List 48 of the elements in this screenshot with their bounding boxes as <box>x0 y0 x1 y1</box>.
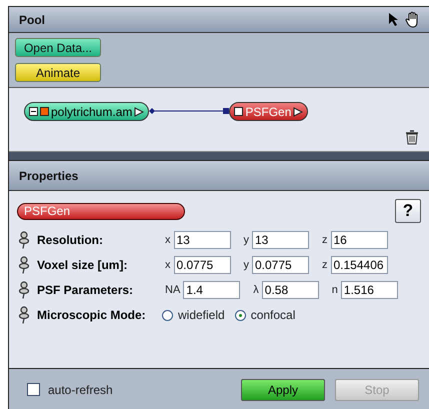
radio-label[interactable]: confocal <box>250 308 296 322</box>
animate-button[interactable]: Animate <box>15 63 101 82</box>
input-field[interactable]: 1.4 <box>183 281 240 299</box>
input-field[interactable]: 0.0775 <box>252 256 309 274</box>
property-label: Voxel size [um]: <box>37 258 128 272</box>
pointer-icon[interactable] <box>388 12 399 27</box>
checkbox-label[interactable]: auto-refresh <box>48 382 231 396</box>
help-button[interactable]: ? <box>395 199 421 223</box>
module-node[interactable]: polytrichum.am <box>24 102 150 121</box>
property-label: PSF Parameters: <box>37 283 134 297</box>
apply-button[interactable]: Apply <box>241 378 325 400</box>
field-prefix: x <box>165 234 170 246</box>
radio-label[interactable]: widefield <box>178 308 225 322</box>
panel-title: Pool <box>19 12 46 26</box>
input-field[interactable]: 16 <box>330 231 388 249</box>
checkbox[interactable] <box>27 383 40 396</box>
pin-icon[interactable] <box>17 256 31 274</box>
input-field[interactable]: 13 <box>174 231 230 249</box>
pin-icon[interactable] <box>17 306 31 324</box>
radio-button[interactable] <box>234 310 246 320</box>
module-node[interactable]: PSFGen <box>229 102 308 121</box>
trash-icon[interactable] <box>405 130 419 145</box>
pin-icon[interactable] <box>17 281 31 299</box>
field-prefix: x <box>165 259 170 271</box>
property-label: Resolution: <box>37 233 104 247</box>
radio-button[interactable] <box>162 310 173 320</box>
input-field[interactable]: 0.0775 <box>174 256 230 274</box>
field-prefix: z <box>322 234 328 246</box>
triangle-icon[interactable] <box>134 106 144 116</box>
panel-title: Properties <box>19 168 80 182</box>
field-prefix: z <box>322 259 328 271</box>
property-label: Microscopic Mode: <box>37 308 147 322</box>
open-data-button[interactable]: Open Data... <box>15 38 101 57</box>
input-field[interactable]: 1.516 <box>340 281 398 299</box>
pin-icon[interactable] <box>17 231 31 249</box>
input-field[interactable]: 13 <box>252 231 309 249</box>
triangle-icon[interactable] <box>293 106 304 116</box>
field-prefix: y <box>244 259 249 271</box>
collapse-icon[interactable] <box>29 107 38 116</box>
field-prefix: λ <box>253 284 259 296</box>
input-field[interactable]: 0.154406 <box>330 256 388 274</box>
field-prefix: n <box>332 284 338 296</box>
module-label: PSFGen <box>17 202 185 220</box>
input-field[interactable]: 0.58 <box>262 281 319 299</box>
square-icon[interactable] <box>234 107 244 116</box>
field-prefix: y <box>244 234 249 246</box>
splitter-bar[interactable] <box>9 151 429 161</box>
field-prefix: NA <box>165 284 180 296</box>
